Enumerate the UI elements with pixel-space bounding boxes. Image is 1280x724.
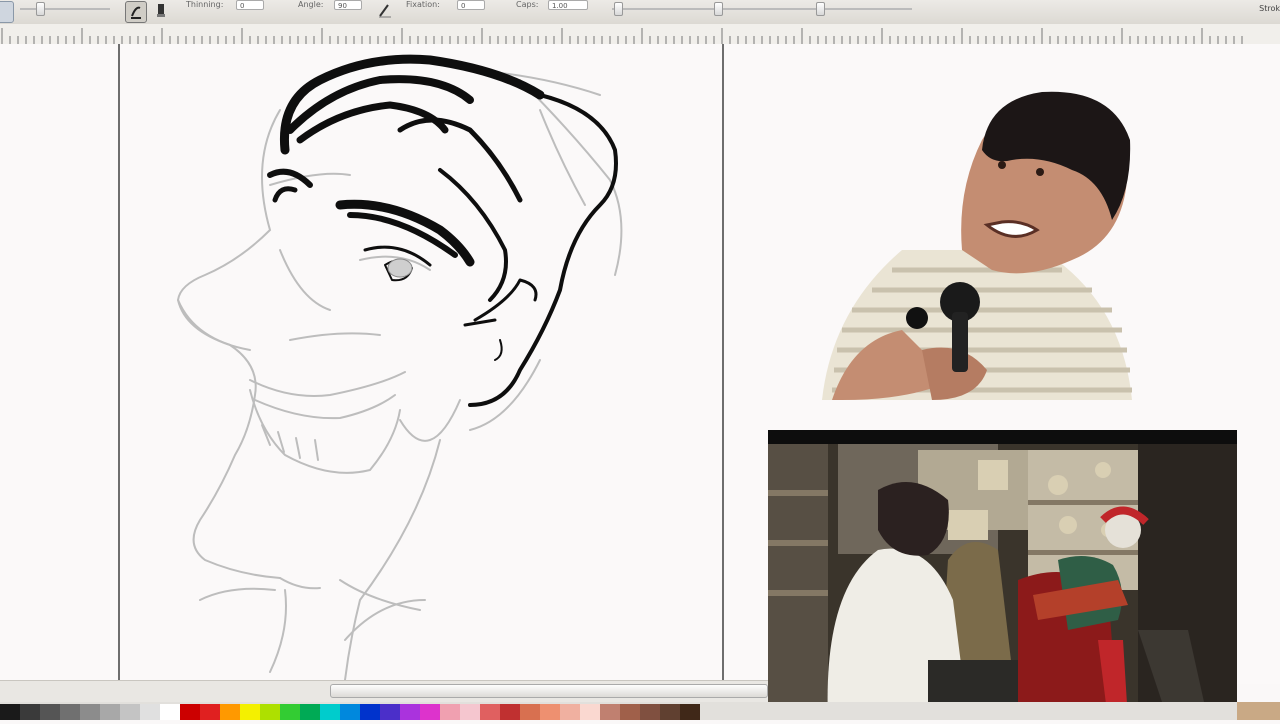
palette-swatches <box>0 704 700 720</box>
palette-swatch[interactable] <box>400 704 420 720</box>
palette-swatch[interactable] <box>340 704 360 720</box>
palette-swatch[interactable] <box>280 704 300 720</box>
color-palette <box>0 702 1280 720</box>
palette-swatch[interactable] <box>520 704 540 720</box>
tool-edge-icon[interactable] <box>0 1 14 23</box>
palette-swatch[interactable] <box>460 704 480 720</box>
horizontal-ruler <box>0 24 1280 45</box>
fixation-label: Fixation: <box>406 0 440 9</box>
palette-swatch[interactable] <box>140 704 160 720</box>
palette-swatch[interactable] <box>560 704 580 720</box>
palette-swatch[interactable] <box>120 704 140 720</box>
palette-swatch[interactable] <box>0 704 20 720</box>
palette-end-swatch[interactable] <box>1237 702 1280 720</box>
palette-swatch[interactable] <box>40 704 60 720</box>
palette-swatch[interactable] <box>80 704 100 720</box>
palette-swatch[interactable] <box>580 704 600 720</box>
palette-swatch[interactable] <box>180 704 200 720</box>
palette-swatch[interactable] <box>440 704 460 720</box>
tremor-icon[interactable] <box>270 2 276 10</box>
page-border-right <box>722 44 724 680</box>
width-slider-track[interactable] <box>20 8 110 10</box>
palette-swatch[interactable] <box>540 704 560 720</box>
mass-slider-knob[interactable] <box>614 2 623 16</box>
palette-swatch[interactable] <box>100 704 120 720</box>
brush-tool-icon[interactable] <box>125 1 147 23</box>
fixation-field[interactable]: 0 <box>457 0 485 10</box>
palette-swatch[interactable] <box>300 704 320 720</box>
mass-slider-track[interactable] <box>612 8 912 10</box>
palette-swatch[interactable] <box>240 704 260 720</box>
pressure-pen-icon[interactable] <box>152 1 172 21</box>
ink-strokes <box>267 54 618 407</box>
page-border-left <box>118 44 120 680</box>
angle-pen-icon[interactable] <box>376 1 396 21</box>
angle-label: Angle: <box>298 0 324 9</box>
wiggle-slider-knob[interactable] <box>714 2 723 16</box>
horizontal-scrollbar[interactable] <box>0 680 768 703</box>
palette-swatch[interactable] <box>380 704 400 720</box>
dock-panel-label[interactable]: Strok <box>1259 4 1280 13</box>
palette-swatch[interactable] <box>660 704 680 720</box>
palette-swatch[interactable] <box>600 704 620 720</box>
palette-swatch[interactable] <box>420 704 440 720</box>
palette-swatch[interactable] <box>480 704 500 720</box>
palette-swatch[interactable] <box>360 704 380 720</box>
angle-field[interactable]: 90 <box>334 0 362 10</box>
palette-swatch[interactable] <box>60 704 80 720</box>
palette-swatch[interactable] <box>320 704 340 720</box>
thinning-field[interactable]: 0 <box>236 0 264 10</box>
palette-swatch[interactable] <box>160 704 180 720</box>
thinning-label: Thinning: <box>186 0 224 9</box>
scrollbar-thumb[interactable] <box>330 684 768 698</box>
sketch-eye <box>387 258 413 278</box>
video-inset[interactable] <box>768 430 1237 720</box>
sketch-guides <box>176 69 623 681</box>
reference-photo[interactable] <box>812 80 1137 405</box>
caps-field[interactable]: 1.00 <box>548 0 588 10</box>
palette-swatch[interactable] <box>680 704 700 720</box>
caps-label: Caps: <box>516 0 539 9</box>
palette-swatch[interactable] <box>20 704 40 720</box>
ruler-ticks <box>1 28 1243 44</box>
width-slider-knob[interactable] <box>36 2 45 16</box>
calligraphy-tool-controls: Thinning: 0 Angle: 90 Fixation: 0 Caps: … <box>0 0 1280 25</box>
palette-swatch[interactable] <box>620 704 640 720</box>
palette-swatch[interactable] <box>220 704 240 720</box>
palette-swatch[interactable] <box>500 704 520 720</box>
tremor-slider-knob[interactable] <box>816 2 825 16</box>
palette-swatch[interactable] <box>260 704 280 720</box>
palette-swatch[interactable] <box>640 704 660 720</box>
palette-swatch[interactable] <box>200 704 220 720</box>
